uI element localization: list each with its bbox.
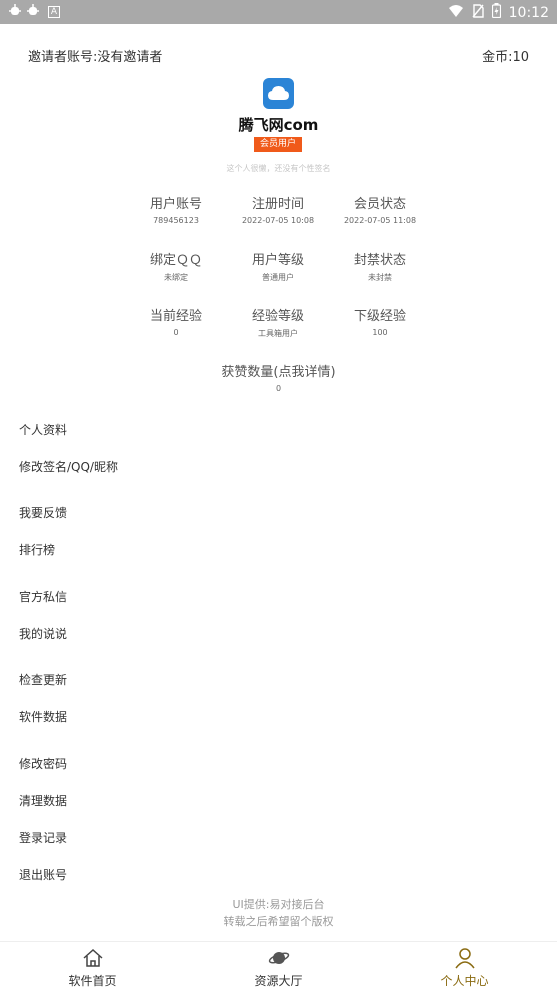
menu-item-feedback[interactable]: 我要反馈 [19, 504, 67, 521]
member-badge: 会员用户 [254, 137, 302, 152]
battery-icon [491, 3, 501, 22]
stat-label: 用户账号 [149, 197, 202, 212]
bug-icon [8, 3, 22, 21]
menu-item-edit-signature[interactable]: 修改签名/QQ/昵称 [19, 458, 118, 475]
stat-member-status[interactable]: 会员状态 2022-07-05 11:08 [329, 193, 431, 225]
tab-personal-center[interactable]: 个人中心 [372, 942, 557, 992]
app-logo [263, 78, 294, 109]
status-bar-left: A [8, 3, 60, 21]
stat-user-account[interactable]: 用户账号 789456123 [125, 193, 227, 225]
stat-bind-qq[interactable]: 绑定ＱＱ 未绑定 [125, 249, 227, 283]
tab-resource-hall[interactable]: 资源大厅 [186, 942, 371, 992]
wifi-icon [448, 4, 464, 22]
stat-label: 下级经验 [353, 309, 406, 324]
menu-item-check-update[interactable]: 检查更新 [19, 671, 67, 688]
stat-value: 2022-07-05 10:08 [241, 216, 315, 225]
tab-label: 软件首页 [68, 974, 117, 988]
coin-balance: 金币:10 [482, 50, 529, 65]
planet-icon [268, 947, 290, 969]
menu-item-my-posts[interactable]: 我的说说 [19, 625, 67, 642]
stat-value: 工具箱用户 [258, 329, 298, 338]
menu-item-login-history[interactable]: 登录记录 [19, 829, 67, 846]
bug-icon [26, 3, 40, 21]
stat-label: 注册时间 [251, 197, 304, 212]
tab-label: 个人中心 [440, 974, 489, 988]
no-sim-icon [472, 3, 484, 22]
stat-next-exp[interactable]: 下级经验 100 [329, 305, 431, 337]
site-name: 腾飞网com [238, 116, 319, 134]
user-icon [454, 947, 476, 969]
stat-value: 789456123 [153, 216, 199, 225]
stat-label: 当前经验 [149, 309, 202, 324]
menu-item-app-data[interactable]: 软件数据 [19, 708, 67, 725]
stat-label: 会员状态 [353, 197, 406, 212]
stat-label: 绑定ＱＱ [149, 253, 202, 268]
tab-label: 资源大厅 [254, 974, 303, 988]
home-icon [82, 947, 104, 969]
stat-user-level[interactable]: 用户等级 普通用户 [227, 249, 329, 283]
credits-line-1: UI提供:易对接后台 [232, 898, 325, 911]
menu-item-leaderboard[interactable]: 排行榜 [19, 541, 55, 558]
stat-exp-level[interactable]: 经验等级 工具箱用户 [227, 305, 329, 339]
stat-value: 未封禁 [368, 273, 392, 282]
status-time: 10:12 [508, 4, 549, 21]
stat-ban-status[interactable]: 封禁状态 未封禁 [329, 249, 431, 283]
stat-value: 100 [372, 328, 388, 337]
menu-item-change-password[interactable]: 修改密码 [19, 755, 67, 772]
likes-label: 获赞数量(点我详情) [221, 365, 336, 380]
stat-value: 2022-07-05 11:08 [343, 216, 417, 225]
cloud-icon [268, 86, 289, 100]
stat-label: 用户等级 [251, 253, 304, 268]
bottom-tab-bar: 软件首页 资源大厅 个人中心 [0, 941, 557, 992]
user-signature: 这个人很懒，还没有个性签名 [226, 164, 331, 173]
status-bar-right: 10:12 [448, 3, 549, 22]
menu-item-logout[interactable]: 退出账号 [19, 866, 67, 883]
menu-item-profile[interactable]: 个人资料 [19, 421, 67, 438]
menu-item-clear-data[interactable]: 清理数据 [19, 792, 67, 809]
status-bar: A 10:12 [0, 0, 557, 24]
likes-value: 0 [275, 384, 282, 393]
credits: UI提供:易对接后台 转载之后希望留个版权 [0, 896, 557, 930]
tab-software-home[interactable]: 软件首页 [0, 942, 185, 992]
a-icon: A [48, 6, 60, 18]
menu-item-official-messages[interactable]: 官方私信 [19, 588, 67, 605]
account-header: 邀请者账号:没有邀请者 金币:10 [28, 46, 529, 66]
stat-register-time[interactable]: 注册时间 2022-07-05 10:08 [227, 193, 329, 225]
credits-line-2: 转载之后希望留个版权 [223, 915, 334, 928]
stat-value: 未绑定 [164, 273, 188, 282]
stat-label: 经验等级 [251, 309, 304, 324]
stat-label: 封禁状态 [353, 253, 406, 268]
inviter-account: 邀请者账号:没有邀请者 [28, 50, 163, 65]
stat-value: 普通用户 [262, 273, 294, 282]
stat-current-exp[interactable]: 当前经验 0 [125, 305, 227, 337]
likes-count-button[interactable]: 获赞数量(点我详情) 0 [0, 361, 557, 393]
stat-value: 0 [173, 328, 179, 337]
